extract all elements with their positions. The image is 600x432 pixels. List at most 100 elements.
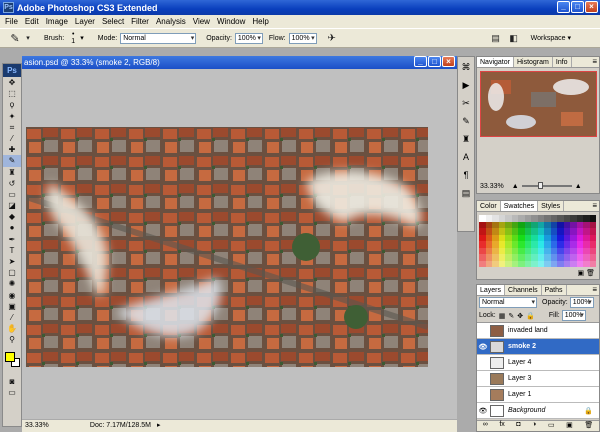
shape-tool-icon[interactable]: ▢ xyxy=(3,267,21,278)
layer-name[interactable]: smoke 2 xyxy=(508,343,536,350)
3d-rotate-tool-icon[interactable]: ✺ xyxy=(3,278,21,289)
blur-tool-icon[interactable]: ◆ xyxy=(3,211,21,222)
zoom-in-icon[interactable]: ▲ xyxy=(575,183,582,190)
swatches-menu-icon[interactable]: ≡ xyxy=(592,201,597,210)
tool-preset-dropdown-icon[interactable]: ▾ xyxy=(24,34,32,42)
layer-opacity-input[interactable]: 100% xyxy=(569,297,594,308)
aerial-town-photo[interactable] xyxy=(26,127,428,367)
lock-transparency-icon[interactable]: ▦ xyxy=(499,312,506,320)
foreground-color-swatch[interactable] xyxy=(5,351,15,362)
layer-name[interactable]: invaded land xyxy=(508,327,548,334)
menu-select[interactable]: Select xyxy=(102,17,124,26)
lasso-tool-icon[interactable]: ϙ xyxy=(3,99,21,110)
layer-row[interactable]: Layer 4 xyxy=(477,355,599,371)
new-group-icon[interactable]: ▭ xyxy=(548,421,555,431)
brushes-panel-icon[interactable]: ✎ xyxy=(458,113,474,129)
delete-layer-icon[interactable]: 🗑 xyxy=(584,421,593,431)
layer-row-selected[interactable]: 👁 smoke 2 xyxy=(477,339,599,355)
menu-filter[interactable]: Filter xyxy=(131,17,149,26)
history-brush-tool-icon[interactable]: ↺ xyxy=(3,178,21,189)
swatch-grid[interactable] xyxy=(479,215,597,267)
brush-picker[interactable]: • 1 xyxy=(68,31,78,45)
menu-layer[interactable]: Layer xyxy=(75,17,95,26)
blend-mode-select[interactable]: Normal xyxy=(479,297,537,308)
eye-icon[interactable]: 👁 xyxy=(477,343,489,351)
document-close-button[interactable]: × xyxy=(442,56,455,67)
tab-info[interactable]: Info xyxy=(553,57,572,67)
tab-color[interactable]: Color xyxy=(477,201,501,211)
eraser-tool-icon[interactable]: ▭ xyxy=(3,189,21,200)
menu-window[interactable]: Window xyxy=(217,17,245,26)
maximize-button[interactable]: □ xyxy=(571,1,584,13)
character-panel-icon[interactable]: A xyxy=(458,149,474,165)
layer-row[interactable]: Layer 1 xyxy=(477,387,599,403)
workspace-menu[interactable]: Workspace ▾ xyxy=(531,34,571,42)
bridge-icon[interactable]: ▤ xyxy=(489,33,503,44)
menu-help[interactable]: Help xyxy=(252,17,268,26)
clone-source-panel-icon[interactable]: ♜ xyxy=(458,131,474,147)
brush-tool-icon[interactable]: ✎ xyxy=(3,155,21,167)
tab-styles[interactable]: Styles xyxy=(538,201,565,211)
layers-menu-icon[interactable]: ≡ xyxy=(592,285,597,294)
type-tool-icon[interactable]: T xyxy=(3,245,21,256)
zoom-out-icon[interactable]: ▲ xyxy=(512,183,519,190)
layer-style-icon[interactable]: fx xyxy=(499,421,504,431)
tab-swatches[interactable]: Swatches xyxy=(500,201,539,211)
tab-histogram[interactable]: Histogram xyxy=(514,57,553,67)
fill-input[interactable]: 100% xyxy=(561,310,586,321)
screen-mode-icon[interactable]: ▭ xyxy=(3,387,21,398)
notes-tool-icon[interactable]: ▣ xyxy=(3,301,21,312)
document-maximize-button[interactable]: □ xyxy=(428,56,441,67)
layer-comps-panel-icon[interactable]: ▤ xyxy=(458,185,474,201)
actions-panel-icon[interactable]: ▶ xyxy=(458,77,474,93)
history-panel-icon[interactable]: ⌘ xyxy=(458,59,474,75)
flow-input[interactable]: 100% xyxy=(288,32,317,44)
3d-camera-tool-icon[interactable]: ◉ xyxy=(3,290,21,301)
dodge-tool-icon[interactable]: ● xyxy=(3,222,21,233)
eyedropper-2-tool-icon[interactable]: ⁄ xyxy=(3,312,21,323)
navigator-menu-icon[interactable]: ≡ xyxy=(592,57,597,66)
palette-well-icon[interactable]: ◧ xyxy=(507,33,521,44)
navigator-zoom-value[interactable]: 33.33% xyxy=(480,183,504,190)
new-layer-icon[interactable]: ▣ xyxy=(566,421,573,431)
path-selection-tool-icon[interactable]: ➤ xyxy=(3,256,21,267)
eyedropper-tool-icon[interactable]: ⁄ xyxy=(3,133,21,144)
layer-name[interactable]: Layer 3 xyxy=(508,375,531,382)
magic-wand-tool-icon[interactable]: ✦ xyxy=(3,111,21,122)
layer-name[interactable]: Background xyxy=(508,407,545,414)
layer-row[interactable]: 👁 Background 🔒 xyxy=(477,403,599,419)
navigator-thumbnail[interactable] xyxy=(480,71,597,137)
tab-channels[interactable]: Channels xyxy=(505,285,542,295)
opacity-input[interactable]: 100% xyxy=(234,32,263,44)
airbrush-icon[interactable]: ✈ xyxy=(325,33,339,44)
link-layers-icon[interactable]: ∞ xyxy=(483,421,488,431)
zoom-tool-icon[interactable]: ⚲ xyxy=(3,334,21,345)
zoom-slider[interactable] xyxy=(521,182,572,189)
delete-swatch-icon[interactable]: 🗑 xyxy=(586,270,595,277)
adjustment-layer-icon[interactable]: ◑ xyxy=(532,421,536,431)
layer-row[interactable]: Layer 3 xyxy=(477,371,599,387)
lock-pixels-icon[interactable]: ✎ xyxy=(508,312,514,320)
minimize-button[interactable]: _ xyxy=(557,1,570,13)
tool-presets-panel-icon[interactable]: ✂ xyxy=(458,95,474,111)
mode-select[interactable]: Normal xyxy=(120,32,197,44)
tab-paths[interactable]: Paths xyxy=(542,285,567,295)
menu-image[interactable]: Image xyxy=(46,17,68,26)
eye-icon[interactable]: 👁 xyxy=(477,407,489,415)
paragraph-panel-icon[interactable]: ¶ xyxy=(458,167,474,183)
tab-layers[interactable]: Layers xyxy=(477,285,506,295)
pen-tool-icon[interactable]: ✒ xyxy=(3,234,21,245)
crop-tool-icon[interactable]: ⌗ xyxy=(3,122,21,133)
lock-all-icon[interactable]: 🔒 xyxy=(526,312,535,320)
new-swatch-icon[interactable]: ▣ xyxy=(578,270,585,277)
brush-tool-icon[interactable]: ✎ xyxy=(6,32,24,45)
swatch-cell[interactable] xyxy=(589,260,596,267)
document-minimize-button[interactable]: _ xyxy=(414,56,427,67)
layer-row[interactable]: invaded land xyxy=(477,323,599,339)
close-button[interactable]: × xyxy=(585,1,598,13)
zoom-slider-thumb[interactable] xyxy=(537,182,543,189)
status-menu-icon[interactable]: ▸ xyxy=(157,422,161,429)
clone-stamp-tool-icon[interactable]: ♜ xyxy=(3,167,21,178)
menu-analysis[interactable]: Analysis xyxy=(156,17,186,26)
lock-position-icon[interactable]: ✥ xyxy=(517,312,523,320)
